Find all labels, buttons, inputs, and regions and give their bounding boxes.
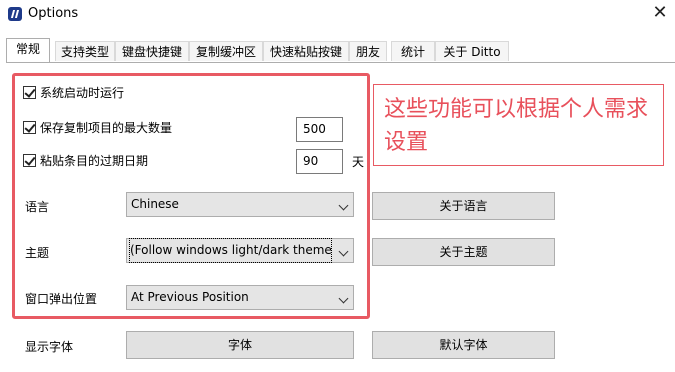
tab-quick-paste-keys[interactable]: 快速粘贴按键	[263, 41, 349, 61]
title-bar: Options ✕	[0, 0, 675, 30]
tab-statistics[interactable]: 统计	[391, 41, 435, 61]
tab-friends[interactable]: 朋友	[349, 41, 387, 61]
close-icon[interactable]: ✕	[650, 3, 670, 23]
default-font-button[interactable]: 默认字体	[372, 331, 555, 359]
tab-supported-types[interactable]: 支持类型	[55, 41, 115, 61]
ditto-app-icon	[8, 7, 22, 21]
window-title: Options	[28, 6, 79, 21]
font-button[interactable]: 字体	[126, 331, 354, 359]
tab-about-ditto[interactable]: 关于 Ditto	[435, 41, 509, 61]
about-language-button[interactable]: 关于语言	[372, 192, 555, 220]
tab-panel-border	[6, 62, 675, 63]
tab-copy-buffers[interactable]: 复制缓冲区	[189, 41, 263, 61]
tab-keyboard-shortcuts[interactable]: 键盘快捷键	[115, 41, 189, 61]
annotation-callout: 这些功能可以根据个人需求设置	[373, 84, 664, 166]
highlight-box	[12, 73, 370, 319]
tab-general[interactable]: 常规	[6, 38, 50, 62]
display-font-label: 显示字体	[25, 340, 74, 354]
about-theme-button[interactable]: 关于主题	[372, 238, 555, 266]
annotation-text: 这些功能可以根据个人需求设置	[384, 97, 649, 155]
